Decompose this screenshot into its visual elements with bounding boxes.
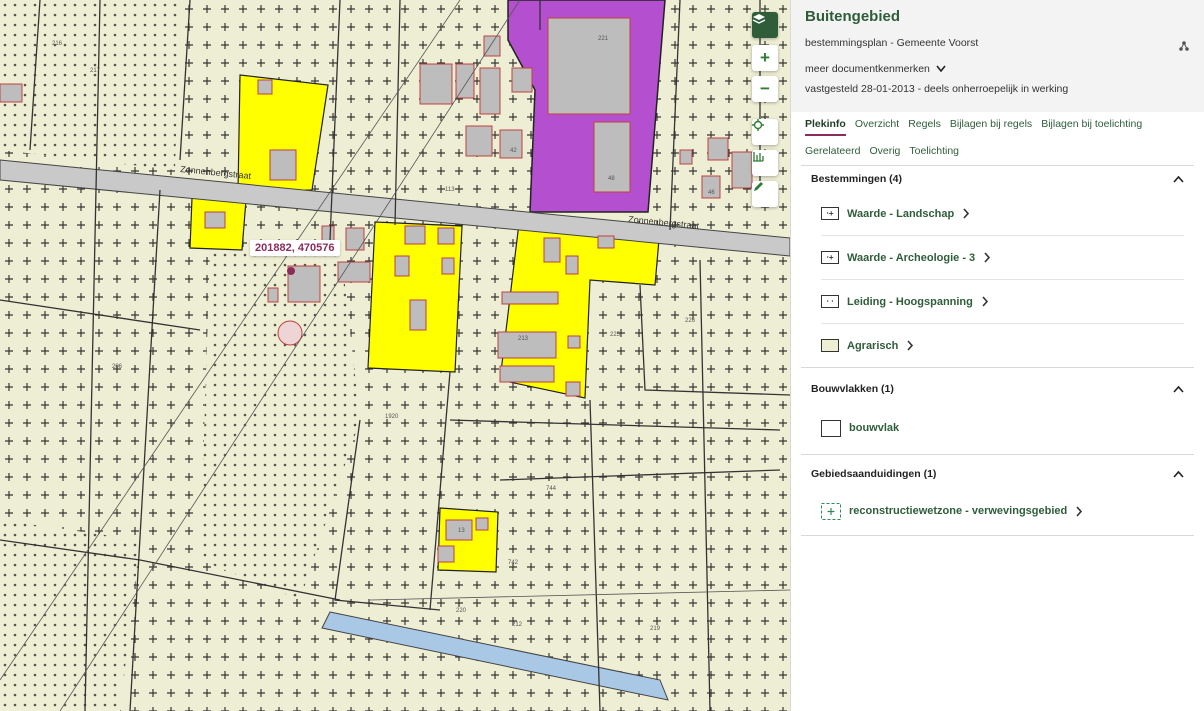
parcel-label: 220 (456, 608, 467, 614)
list-item[interactable]: reconstructiewetzone - verwevingsgebied (821, 487, 1184, 535)
chevron-up-icon (1173, 385, 1184, 393)
archeology-legend-icon: ⋅+ (821, 251, 839, 264)
panel-header: Buitengebied bestemmingsplan - Gemeente … (791, 0, 1204, 112)
parcel-label: 217 (90, 68, 101, 74)
section-bestemmingen: Bestemmingen (4) ⋅+ Waarde - Landschap ⋅… (801, 166, 1194, 368)
chevron-up-icon (1173, 175, 1184, 183)
plan-status: vastgesteld 28-01-2013 - deels onherroep… (805, 83, 1069, 95)
tab-bijlagen-regels[interactable]: Bijlagen bij regels (950, 118, 1032, 136)
more-document-properties[interactable]: meer documentkenmerken (805, 63, 1190, 75)
info-panel: Buitengebied bestemmingsplan - Gemeente … (790, 0, 1204, 711)
list-item[interactable]: Agrarisch (821, 324, 1184, 367)
agricultural-legend-icon (821, 339, 839, 352)
layers-icon (752, 14, 766, 24)
section-header[interactable]: Bestemmingen (4) (811, 166, 1184, 192)
parcel-label: 213 (518, 336, 529, 342)
map-view[interactable]: 113 217 216 221 206 225 226 1920 744 742… (0, 0, 790, 711)
draw-button[interactable] (752, 181, 778, 207)
tab-bijlagen-toelichting[interactable]: Bijlagen bij toelichting (1041, 118, 1142, 136)
item-label: bouwvlak (849, 422, 900, 434)
chevron-right-icon (963, 208, 970, 219)
more-label: meer documentkenmerken (805, 63, 930, 75)
parcel-label: 113 (445, 187, 455, 193)
section-gebiedsaanduidingen: Gebiedsaanduidingen (1) reconstructiewet… (801, 461, 1194, 536)
reconstruction-zone-legend-icon (821, 502, 841, 520)
chevron-right-icon (907, 340, 914, 351)
crosshair-icon (752, 119, 764, 131)
list-item[interactable]: ⋅ ⋅ Leiding - Hoogspanning (821, 280, 1184, 324)
item-label: Waarde - Landschap (847, 207, 955, 220)
parcel-label: 225 (610, 332, 621, 338)
zoom-out-button[interactable]: − (752, 76, 778, 102)
tab-gerelateerd[interactable]: Gerelateerd (805, 145, 860, 161)
chevron-right-icon (982, 296, 988, 307)
chevron-right-icon (1076, 505, 1083, 517)
parcel-label: 212 (512, 622, 523, 628)
parcel-label: 42 (510, 148, 517, 154)
panel-title: Buitengebied (805, 8, 901, 25)
parcel-label: 206 (112, 364, 123, 370)
power-line-legend-icon: ⋅ ⋅ (821, 295, 839, 308)
chevron-down-icon (936, 65, 946, 73)
parcel-label: 219 (650, 626, 661, 632)
share-icon[interactable] (1178, 40, 1190, 55)
building-plane-legend-icon (821, 419, 841, 437)
parcel-label: 221 (598, 36, 609, 42)
list-item[interactable]: bouwvlak (821, 402, 1184, 454)
tab-plekinfo[interactable]: Plekinfo (805, 118, 846, 136)
tab-overzicht[interactable]: Overzicht (855, 118, 899, 136)
item-label: reconstructiewetzone - verwevingsgebied (849, 505, 1068, 517)
section-header[interactable]: Gebiedsaanduidingen (1) (811, 461, 1184, 487)
section-bouwvlakken: Bouwvlakken (1) bouwvlak (801, 376, 1194, 455)
map-canvas[interactable]: 113 217 216 221 206 225 226 1920 744 742… (0, 0, 790, 711)
section-header[interactable]: Bouwvlakken (1) (811, 376, 1184, 402)
tab-toelichting[interactable]: Toelichting (909, 145, 959, 161)
section-title: Bestemmingen (4) (811, 173, 903, 185)
section-title: Bouwvlakken (1) (811, 383, 894, 395)
parcel-label: 744 (546, 486, 557, 492)
panel-tabs: Plekinfo Overzicht Regels Bijlagen bij r… (791, 112, 1204, 161)
measure-button[interactable] (752, 150, 778, 176)
parcel-label: 46 (708, 190, 715, 196)
parcel-label: 742 (508, 560, 519, 566)
item-label: Agrarisch (847, 339, 899, 352)
layers-button[interactable] (752, 12, 778, 38)
chevron-up-icon (1173, 470, 1184, 478)
locate-button[interactable] (752, 119, 778, 145)
item-label: Leiding - Hoogspanning (847, 295, 973, 308)
tab-regels[interactable]: Regels (908, 118, 941, 136)
parcel-label: 216 (52, 41, 63, 47)
plan-subtitle: bestemmingsplan - Gemeente Voorst (805, 37, 979, 49)
parcel-label: 48 (608, 176, 615, 182)
chevron-right-icon (984, 252, 991, 263)
list-item[interactable]: ⋅+ Waarde - Landschap (821, 192, 1184, 236)
parcel-label: 226 (685, 318, 696, 324)
list-item[interactable]: ⋅+ Waarde - Archeologie - 3 (821, 236, 1184, 280)
parcel-label: 13 (458, 528, 465, 534)
pencil-icon (754, 182, 763, 191)
zoom-in-button[interactable]: + (752, 45, 778, 71)
section-title: Gebiedsaanduidingen (1) (811, 468, 937, 480)
coordinate-label: 201882, 470576 (250, 240, 340, 256)
landscape-legend-icon: ⋅+ (821, 207, 839, 220)
parcel-label: 1920 (385, 414, 399, 420)
item-label: Waarde - Archeologie - 3 (847, 251, 976, 264)
ruler-icon (753, 152, 764, 162)
tab-overig[interactable]: Overig (869, 145, 900, 161)
